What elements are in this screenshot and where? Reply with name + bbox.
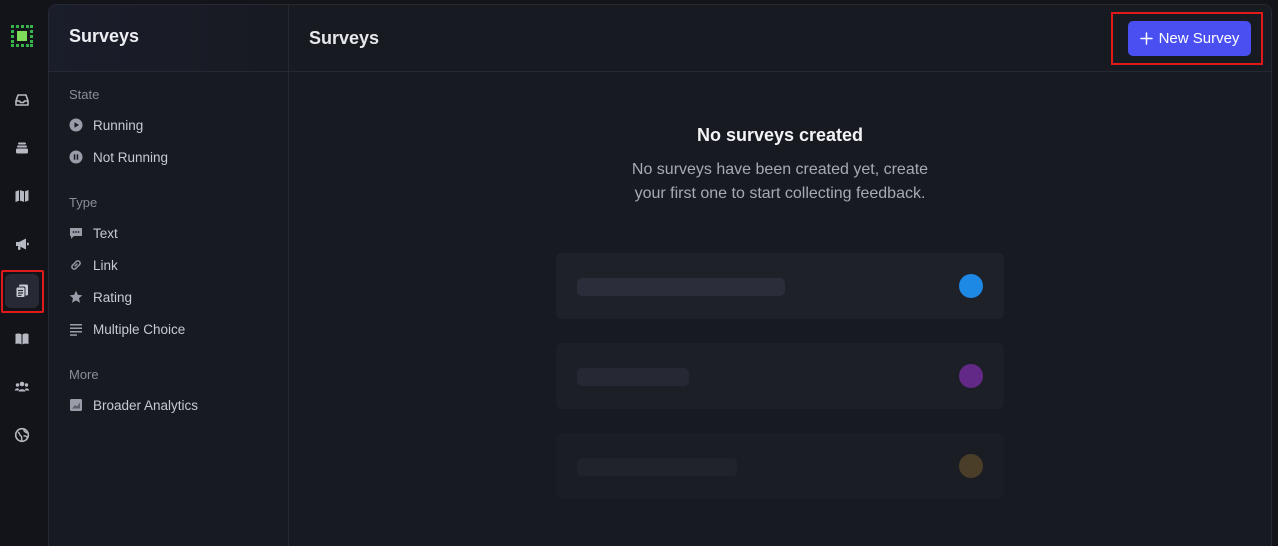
sidebar-item-text[interactable]: Text — [69, 223, 118, 243]
empty-state-description: No surveys have been created yet, create… — [289, 158, 1271, 206]
sidebar-header: Surveys — [49, 5, 288, 72]
sidebar-item-link[interactable]: Link — [69, 255, 118, 275]
sidebar-item-multiple-choice[interactable]: Multiple Choice — [69, 319, 185, 339]
message-icon — [69, 226, 83, 240]
list-icon — [69, 322, 83, 336]
users-icon — [14, 381, 30, 392]
link-icon — [69, 258, 83, 272]
content-area: Surveys New Survey No surveys created No… — [289, 5, 1271, 546]
rail-surveys-button[interactable] — [5, 274, 39, 308]
chart-icon — [69, 398, 83, 412]
sidebar-item-label: Text — [93, 225, 118, 241]
placeholder-bar — [577, 368, 689, 386]
placeholder-card-1 — [556, 253, 1004, 319]
app: Surveys State Running Not Running Type T… — [0, 0, 1278, 546]
plus-icon — [1139, 32, 1153, 45]
logo-icon[interactable] — [10, 24, 34, 48]
placeholder-bar — [577, 278, 785, 296]
megaphone-icon — [16, 238, 29, 250]
sidebar-item-label: Running — [93, 117, 144, 133]
new-survey-label: New Survey — [1158, 30, 1240, 47]
empty-state-title: No surveys created — [696, 125, 864, 145]
layers-icon — [16, 142, 28, 154]
rail-inbox-button[interactable] — [5, 83, 39, 117]
sidebar-item-label: Link — [93, 257, 118, 273]
globe-icon — [14, 427, 30, 443]
new-survey-button[interactable]: New Survey — [1128, 21, 1251, 56]
star-icon — [69, 290, 83, 304]
placeholder-dot-purple — [959, 364, 983, 388]
surveys-sidebar: Surveys State Running Not Running Type T… — [49, 5, 289, 546]
placeholder-bar — [577, 458, 737, 476]
sidebar-item-label: Not Running — [93, 149, 169, 165]
placeholder-card-3 — [556, 433, 1004, 499]
rail-globe-button[interactable] — [5, 418, 39, 452]
rail-layers-button[interactable] — [5, 131, 39, 165]
sidebar-item-label: Multiple Choice — [93, 321, 186, 337]
placeholder-dot-amber — [959, 454, 983, 478]
rail-announcements-button[interactable] — [5, 227, 39, 261]
book-open-icon — [15, 333, 29, 345]
empty-state-line-2: your first one to start collecting feedb… — [634, 185, 926, 202]
sidebar-section-more: More — [69, 367, 99, 382]
sidebar-item-not-running[interactable]: Not Running — [69, 147, 168, 167]
play-circle-icon — [69, 118, 83, 132]
rail-users-button[interactable] — [5, 370, 39, 404]
sidebar-section-state: State — [69, 87, 100, 102]
inbox-icon — [15, 94, 29, 106]
sidebar-title: Surveys — [69, 26, 140, 46]
rail-docs-button[interactable] — [5, 322, 39, 356]
main-frame: Surveys State Running Not Running Type T… — [48, 4, 1272, 546]
sidebar-item-broader-analytics[interactable]: Broader Analytics — [69, 395, 198, 415]
map-icon — [15, 190, 29, 202]
sidebar-section-type: Type — [69, 195, 98, 210]
sidebar-item-label: Rating — [93, 289, 133, 305]
rail-map-button[interactable] — [5, 179, 39, 213]
icon-rail — [0, 0, 44, 546]
sidebar-item-label: Broader Analytics — [93, 397, 199, 413]
placeholder-card-2 — [556, 343, 1004, 409]
sidebar-item-running[interactable]: Running — [69, 115, 143, 135]
page-title: Surveys — [309, 28, 380, 48]
empty-state-line-1: No surveys have been created yet, create — [631, 161, 929, 178]
content-header: Surveys New Survey — [289, 5, 1271, 72]
survey-clipboard-icon — [15, 284, 28, 298]
pause-circle-icon — [69, 150, 83, 164]
placeholder-dot-blue — [959, 274, 983, 298]
sidebar-item-rating[interactable]: Rating — [69, 287, 132, 307]
